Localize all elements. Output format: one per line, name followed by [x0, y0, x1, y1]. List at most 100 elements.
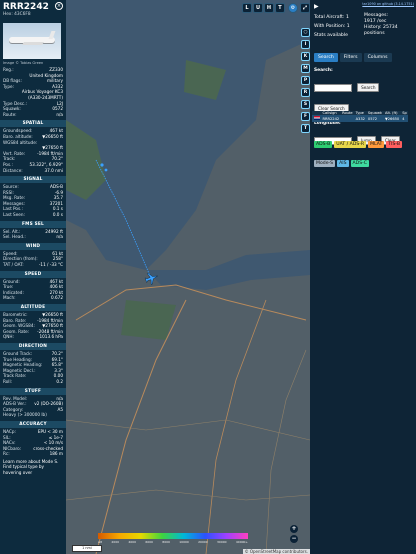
altitude-legend: [98, 533, 248, 539]
settings-gear-icon[interactable]: ⚙: [288, 3, 298, 13]
aircraft-info: Reg.: ZZ330 United Kingdom DB flags: militar…: [0, 67, 66, 117]
legend-tick-label: 20000: [198, 540, 208, 544]
stuff-rows: Rev. Model: n/a ADS-B Ver.: v2 (DO-260B) Cat…: [0, 396, 66, 418]
github-link[interactable]: tar1090 on github (3.14.1751): [362, 2, 414, 6]
fms-rows: Sel. Alt.: 24992 ft Sel. Head.: n/a: [0, 229, 66, 240]
column-header[interactable]: Route: [340, 111, 355, 115]
search-label: Search:: [314, 68, 333, 73]
section-speed: SPEED: [0, 270, 66, 278]
map-toggle-u-button[interactable]: U: [253, 3, 263, 13]
collapse-arrow-icon[interactable]: ▶: [314, 3, 319, 10]
source-chip: Mode-S: [314, 160, 336, 167]
zoom-in-button[interactable]: +: [290, 525, 298, 533]
sidebar-tabs: Search Filters Columns: [314, 53, 392, 62]
detail-value: A5: [57, 406, 63, 412]
detail-label: Heavy (> 300000 lb): [3, 412, 47, 418]
callsign: RRR2242: [3, 2, 49, 12]
zoom-out-button[interactable]: −: [290, 535, 298, 543]
detail-label: Type:: [3, 83, 15, 89]
section-accuracy: ACCURACY: [0, 420, 66, 428]
detail-value: 1013.6 hPa: [39, 334, 63, 340]
fullscreen-icon[interactable]: ⤢: [300, 3, 310, 13]
detail-row: Route: n/a: [0, 112, 66, 118]
map-side-button-8[interactable]: T: [301, 124, 310, 133]
legend-tick-label: 4000: [128, 540, 136, 544]
signal-rows: Source: ADS-B RSSI: -6.9 Msg. Rate: 35.7 Messa…: [0, 184, 66, 218]
search-button[interactable]: Search: [357, 83, 380, 92]
search-input[interactable]: [314, 83, 352, 92]
map-marker: [104, 168, 108, 172]
accuracy-rows: NACp: EPU < 30 m SIL: ≤ 1e-7 NACv: < 10 m/s NI…: [0, 429, 66, 457]
map-side-button-7[interactable]: F: [301, 112, 310, 121]
source-chip: AIS: [337, 160, 349, 167]
altitude-legend-labels: Alt 2000 4000 6000 8000 10000 20000 30000 40000+: [98, 540, 248, 544]
direction-rows: Ground Track: 70.2° True Heading: 69.1° Magn…: [0, 351, 66, 385]
map-attribution[interactable]: © OpenStreetMap contributors.: [242, 549, 310, 554]
map-canvas: [66, 0, 310, 554]
map-side-button-3[interactable]: M: [301, 64, 310, 73]
table-body: RRR2242 A332 0572 ▼26650 4: [312, 115, 409, 122]
map-view[interactable]: LUHT ○ I K M P R S F T ⚙ ⤢ + − 1 nmi Alt 2000 4000…: [66, 0, 310, 554]
tab-columns[interactable]: Columns: [363, 53, 392, 62]
plane-wing-shape: [21, 42, 45, 45]
tab-filters[interactable]: Filters: [339, 53, 362, 62]
section-spatial: SPATIAL: [0, 120, 66, 128]
source-chip: TIS-B: [386, 141, 403, 148]
spatial-rows: Groundspeed: 467 kt Baro. altitude: ▼26650 …: [0, 128, 66, 173]
table-cell: [340, 115, 355, 122]
detail-value: -11 / -33 °C: [38, 262, 63, 268]
stats-left: Total Aircraft: 1 With Position: 1 Stats…: [314, 15, 362, 39]
detail-label: WGS84 altitude:: [3, 139, 38, 145]
stats-right: Messages: 1917 /sec History: 25734 positi…: [364, 13, 414, 37]
detail-row: Roll: 0.2: [0, 379, 66, 385]
map-side-button-4[interactable]: P: [301, 76, 310, 85]
map-side-button-5[interactable]: R: [301, 88, 310, 97]
source-chip: UAT / ADS-R: [334, 141, 367, 148]
detail-label: QNH:: [3, 334, 14, 340]
right-sidebar: ▶ tar1090 on github (3.14.1751) Total Ai…: [310, 0, 416, 554]
detail-row: Distance: 37.0 nmi: [0, 168, 66, 174]
detail-row: Mach: 0.672: [0, 295, 66, 301]
source-chip: ADS-B: [314, 141, 333, 148]
aircraft-table: Callsign Route Type Squawk Alt. (ft) Sp RRR22…: [312, 111, 409, 122]
detail-value: 0.672: [51, 295, 63, 301]
stat-total: Total Aircraft: 1: [314, 15, 349, 20]
footer-text: Learn more about Mode S. Find typical ty…: [3, 458, 59, 475]
detail-label: Reg.:: [3, 67, 14, 72]
legend-tick-label: 30000: [217, 540, 227, 544]
section-wind: WIND: [0, 242, 66, 250]
map-side-button-6[interactable]: S: [301, 100, 310, 109]
table-cell: 0572: [366, 115, 384, 122]
close-icon[interactable]: ×: [55, 2, 63, 10]
column-header[interactable]: Squawk: [366, 111, 384, 115]
section-altitude: ALTITUDE: [0, 304, 66, 311]
stat-available: Stats available: [314, 33, 348, 38]
legend-tick-label: 2000: [111, 540, 120, 544]
map-side-button-2[interactable]: K: [301, 52, 310, 61]
table-row[interactable]: RRR2242 A332 0572 ▼26650 4: [312, 115, 409, 122]
map-toggle-h-button[interactable]: H: [264, 3, 274, 13]
detail-value: ▼26650 ft: [42, 133, 63, 139]
table-cell: RRR2242: [321, 115, 341, 122]
legend-tick-label: 10000: [179, 540, 189, 544]
detail-label: Rc:: [3, 451, 10, 457]
aircraft-table-wrap: Callsign Route Type Squawk Alt. (ft) Sp RRR22…: [312, 111, 416, 122]
aircraft-photo[interactable]: [3, 23, 61, 59]
stat-messages: Messages: 1917 /sec: [364, 13, 389, 24]
detail-row: TAT / OAT: -11 / -33 °C: [0, 262, 66, 268]
map-toggle-l-button[interactable]: L: [242, 3, 252, 13]
map-side-button-0[interactable]: ○: [301, 28, 310, 37]
detail-value: n/a: [56, 234, 63, 240]
tab-search[interactable]: Search: [314, 53, 338, 62]
detail-value: 186 m: [49, 451, 63, 457]
section-stuff: STUFF: [0, 387, 66, 395]
altitude-rows: Barometric: ▼26650 ft Baro. Rate: -1984 ft/…: [0, 312, 66, 340]
detail-row: Last Seen: 0.0 s: [0, 212, 66, 218]
detail-label: Last Seen:: [3, 212, 25, 218]
source-chip: MLAT: [368, 141, 385, 148]
map-side-button-1[interactable]: I: [301, 40, 310, 49]
legend-tick-label: 40000+: [235, 540, 248, 544]
detail-row: Sel. Head.: n/a: [0, 234, 66, 240]
detail-value: 0.0 s: [52, 212, 63, 218]
map-toggle-t-button[interactable]: T: [275, 3, 285, 13]
